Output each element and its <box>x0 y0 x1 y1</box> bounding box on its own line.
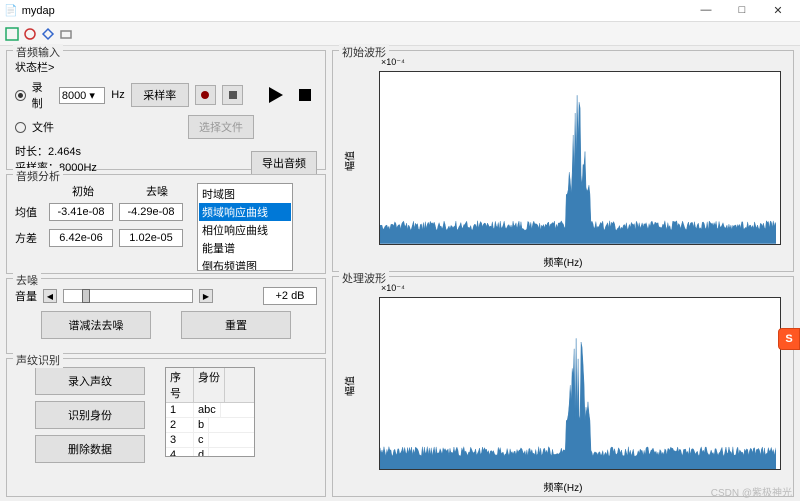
ylabel: 幅值 <box>342 151 357 171</box>
row-var: 方差 <box>15 230 43 246</box>
tool-icon-3[interactable] <box>40 26 56 42</box>
fs-value: 8000Hz <box>59 162 97 174</box>
var-denoise-value: 1.02e-05 <box>119 229 183 247</box>
denoise-panel: 去噪 音量 ◀ ▶ +2 dB 谱减法去噪 重置 <box>6 278 326 354</box>
reset-button[interactable]: 重置 <box>181 311 291 339</box>
choose-file-button[interactable]: 选择文件 <box>188 115 254 139</box>
identity-table[interactable]: 序号身份 1abc2b3c4d5e <box>165 367 255 457</box>
tool-icon-1[interactable] <box>4 26 20 42</box>
slider-inc[interactable]: ▶ <box>199 289 213 303</box>
panel-title: 去噪 <box>13 272 41 288</box>
stop-square-icon <box>299 89 311 101</box>
spectral-subtract-button[interactable]: 谱减法去噪 <box>41 311 151 339</box>
tool-icon-4[interactable] <box>58 26 74 42</box>
analysis-panel: 音频分析 初始去噪 均值-3.41e-08-4.29e-08 方差6.42e-0… <box>6 174 326 274</box>
stop-button[interactable] <box>294 83 317 107</box>
window-title: mydap <box>22 5 55 17</box>
col-init: 初始 <box>49 183 117 199</box>
sample-rate-button[interactable]: 采样率 <box>131 83 189 107</box>
slider-dec[interactable]: ◀ <box>43 289 57 303</box>
volume-slider[interactable] <box>63 289 193 303</box>
table-row[interactable]: 1abc <box>166 403 254 418</box>
slider-thumb[interactable] <box>82 289 90 303</box>
stop-icon <box>229 91 237 99</box>
tool-icon-2[interactable] <box>22 26 38 42</box>
ylabel: 幅值 <box>342 376 357 396</box>
chart-original-panel: 初始波形 ×10⁻⁴ 幅值 频率(Hz) 00.511.52-4000-3000… <box>332 50 794 272</box>
record-icon <box>201 91 209 99</box>
gain-value: +2 dB <box>263 287 317 305</box>
th-idx: 序号 <box>166 368 194 402</box>
chart-area-1: 00.511.52-4000-3000-2000-100001000200030… <box>379 71 781 245</box>
table-row[interactable]: 2b <box>166 418 254 433</box>
mean-init-value: -3.41e-08 <box>49 203 113 221</box>
panel-title: 声纹识别 <box>13 352 63 368</box>
minimize-button[interactable]: — <box>692 4 720 17</box>
table-row[interactable]: 3c <box>166 433 254 448</box>
hz-label: Hz <box>111 89 124 101</box>
list-item[interactable]: 频域响应曲线 <box>199 203 291 221</box>
export-audio-button[interactable]: 导出音频 <box>251 151 317 175</box>
sample-rate-select[interactable]: 8000 ▾ <box>59 87 105 104</box>
chart-processed-panel: 处理波形 ×10⁻⁴ 幅值 频率(Hz) 00.511.52-4000-3000… <box>332 276 794 498</box>
xlabel: 频率(Hz) <box>544 479 583 494</box>
panel-title: 音频分析 <box>13 168 63 184</box>
audio-input-panel: 音频输入 状态栏> 录制 8000 ▾ Hz 采样率 文件 选择文件 时长：2.… <box>6 50 326 170</box>
identify-button[interactable]: 识别身份 <box>35 401 145 429</box>
record-radio[interactable] <box>15 90 26 101</box>
maximize-button[interactable]: □ <box>728 4 756 17</box>
file-radio[interactable] <box>15 122 26 133</box>
close-button[interactable]: ✕ <box>764 4 792 17</box>
y-exponent: ×10⁻⁴ <box>381 283 405 294</box>
status-label: 状态栏> <box>15 59 54 75</box>
delete-button[interactable]: 删除数据 <box>35 435 145 463</box>
th-id: 身份 <box>194 368 225 402</box>
row-mean: 均值 <box>15 204 43 220</box>
voiceprint-panel: 声纹识别 录入声纹 识别身份 删除数据 序号身份 1abc2b3c4d5e <box>6 358 326 497</box>
stop-record-button[interactable] <box>222 85 243 105</box>
enroll-button[interactable]: 录入声纹 <box>35 367 145 395</box>
play-button[interactable] <box>265 83 288 107</box>
var-init-value: 6.42e-06 <box>49 229 113 247</box>
list-item[interactable]: 倒布频谱图 <box>199 257 291 271</box>
titlebar: 📄 mydap — □ ✕ <box>0 0 800 22</box>
duration-value: 2.464s <box>48 146 81 158</box>
record-button[interactable] <box>195 85 216 105</box>
chart-area-2: 00.511.52-4000-3000-2000-100001000200030… <box>379 297 781 471</box>
table-row[interactable]: 4d <box>166 448 254 457</box>
mean-denoise-value: -4.29e-08 <box>119 203 183 221</box>
list-item[interactable]: 能量谱 <box>199 239 291 257</box>
y-exponent: ×10⁻⁴ <box>381 57 405 68</box>
duration-label: 时长： <box>15 146 48 158</box>
toolbar <box>0 22 800 46</box>
play-icon <box>269 87 283 103</box>
list-item[interactable]: 时域图 <box>199 185 291 203</box>
record-label: 录制 <box>32 79 53 111</box>
volume-label: 音量 <box>15 288 37 304</box>
side-badge-icon[interactable]: S <box>778 328 800 350</box>
file-label: 文件 <box>32 119 54 135</box>
panel-title: 音频输入 <box>13 44 63 60</box>
list-item[interactable]: 相位响应曲线 <box>199 221 291 239</box>
xlabel: 频率(Hz) <box>544 254 583 269</box>
app-icon: 📄 <box>4 4 18 17</box>
plot-type-list[interactable]: 时域图频域响应曲线相位响应曲线能量谱倒布频谱图音压曲线 <box>197 183 293 271</box>
col-denoise: 去噪 <box>123 183 191 199</box>
